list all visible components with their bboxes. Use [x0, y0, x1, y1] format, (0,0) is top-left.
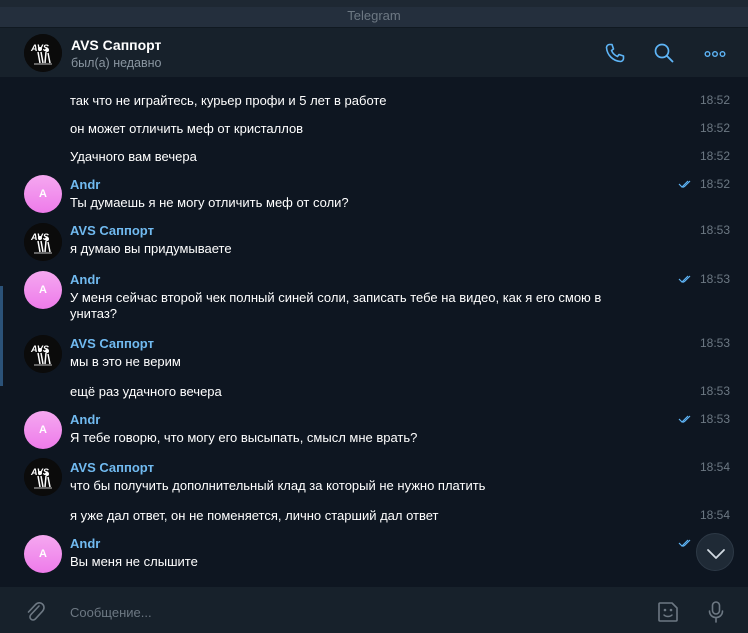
chevron-down-icon	[707, 549, 725, 559]
chat-avatar[interactable]: AVS	[24, 34, 62, 72]
message-input[interactable]: Сообщение...	[70, 605, 152, 620]
message-time: 18:52	[699, 93, 730, 107]
message-text[interactable]: я уже дал ответ, он не поменяется, лично…	[70, 508, 439, 524]
phone-icon[interactable]	[603, 41, 627, 65]
message-time: 18:54	[699, 460, 730, 474]
avatar[interactable]: A	[24, 411, 62, 449]
avatar[interactable]: A	[24, 535, 62, 573]
message-text[interactable]: он может отличить меф от кристаллов	[70, 121, 303, 137]
message-text[interactable]: я думаю вы придумываете	[70, 241, 232, 257]
message-time: 18:53	[699, 384, 730, 398]
avatar[interactable]: AVS	[24, 458, 62, 496]
avs-logo-icon: AVS	[24, 34, 62, 72]
avs-logo-icon: AVS	[24, 223, 62, 261]
chat-title[interactable]: AVS Саппорт	[71, 37, 161, 53]
message-list[interactable]: ▬ ▬▬▬▬ ▬ ▬▬▬▬▬▬ ▬▬▬▬ ▬▬ ▬▬▬▬▬▬ так что н…	[0, 78, 748, 586]
avs-logo-icon: AVS	[24, 335, 62, 373]
message-text[interactable]: так что не играйтесь, курьер профи и 5 л…	[70, 93, 386, 109]
message-time: 18:53	[699, 336, 730, 350]
scroll-down-button[interactable]	[696, 533, 734, 571]
sticker-icon[interactable]	[655, 599, 681, 625]
message-author[interactable]: Andr	[70, 272, 100, 287]
double-check-icon	[678, 539, 691, 547]
message-author[interactable]: AVS Саппорт	[70, 336, 154, 351]
message-text[interactable]: Я тебе говорю, что могу его высыпать, см…	[70, 430, 417, 446]
message-text[interactable]: Ты думаешь я не могу отличить меф от сол…	[70, 195, 349, 211]
message-author[interactable]: Andr	[70, 177, 100, 192]
scroll-indicator	[0, 286, 3, 386]
message-time: 18:52	[699, 149, 730, 163]
message-author[interactable]: Andr	[70, 412, 100, 427]
message-time: 18:53	[699, 223, 730, 237]
avatar[interactable]: A	[24, 175, 62, 213]
avatar[interactable]: AVS	[24, 223, 62, 261]
message-text[interactable]: У меня сейчас второй чек полный синей со…	[70, 290, 650, 322]
message-time: 18:53	[699, 412, 730, 426]
double-check-icon	[678, 275, 691, 283]
chat-header: AVS AVS Саппорт был(а) недавно	[0, 28, 748, 78]
clipped-previous-message: ▬ ▬▬▬▬ ▬ ▬▬▬▬▬▬ ▬▬▬▬ ▬▬ ▬▬▬▬▬▬	[70, 78, 470, 80]
avs-logo-icon: AVS	[24, 458, 62, 496]
double-check-icon	[678, 180, 691, 188]
message-time: 18:52	[699, 121, 730, 135]
message-time: 18:52	[699, 177, 730, 191]
window-titlebar[interactable]: Telegram	[0, 0, 748, 28]
message-time: 18:54	[699, 508, 730, 522]
titlebar-strip	[0, 0, 748, 7]
message-text[interactable]: что бы получить дополнительный клад за к…	[70, 478, 485, 494]
message-time: 18:53	[699, 272, 730, 286]
telegram-window: Telegram AVS AVS Саппорт был(а) недавно	[0, 0, 748, 633]
message-composer: Сообщение...	[0, 586, 748, 633]
message-author[interactable]: Andr	[70, 536, 100, 551]
attach-icon[interactable]	[22, 599, 48, 625]
message-text[interactable]: ещё раз удачного вечера	[70, 384, 222, 400]
message-author[interactable]: AVS Саппорт	[70, 460, 154, 475]
message-text[interactable]: мы в это не верим	[70, 354, 181, 370]
message-text[interactable]: Вы меня не слышите	[70, 554, 198, 570]
avatar[interactable]: AVS	[24, 335, 62, 373]
message-text[interactable]: Удачного вам вечера	[70, 149, 197, 165]
avatar[interactable]: A	[24, 271, 62, 309]
search-icon[interactable]	[652, 41, 676, 65]
window-title: Telegram	[347, 8, 401, 23]
double-check-icon	[678, 415, 691, 423]
microphone-icon[interactable]	[703, 599, 729, 625]
message-author[interactable]: AVS Саппорт	[70, 223, 154, 238]
more-icon[interactable]	[703, 41, 727, 65]
chat-status: был(а) недавно	[71, 56, 162, 70]
